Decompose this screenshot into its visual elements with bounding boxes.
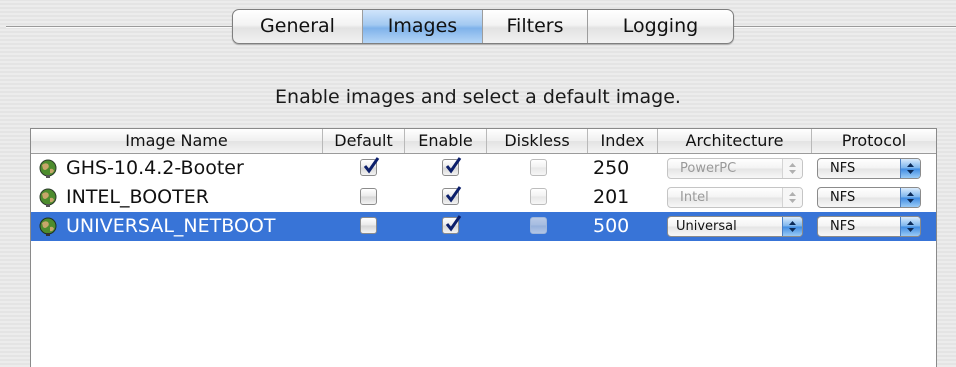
tab-general[interactable]: General — [233, 10, 363, 43]
default-checkbox[interactable] — [360, 157, 380, 176]
column-header-architecture[interactable]: Architecture — [658, 129, 812, 153]
architecture-popup[interactable]: Universal — [667, 216, 803, 237]
protocol-popup[interactable]: NFS — [817, 216, 921, 237]
column-header-default[interactable]: Default — [323, 129, 405, 153]
column-header-diskless[interactable]: Diskless — [487, 129, 588, 153]
column-header-image-name[interactable]: Image Name — [31, 129, 323, 153]
tab-logging[interactable]: Logging — [588, 10, 733, 43]
divider — [734, 27, 956, 28]
diskless-checkbox[interactable] — [530, 188, 547, 205]
protocol-popup[interactable]: NFS — [817, 158, 921, 179]
protocol-value: NFS — [830, 190, 856, 205]
checkmark-icon — [445, 157, 462, 174]
architecture-value: Universal — [676, 219, 737, 234]
default-checkbox[interactable] — [360, 188, 377, 205]
diskless-checkbox[interactable] — [530, 217, 547, 234]
table-row[interactable]: INTEL_BOOTER 201 Intel NFS — [31, 183, 936, 212]
column-header-protocol[interactable]: Protocol — [812, 129, 936, 153]
enable-checkbox[interactable] — [442, 215, 462, 234]
protocol-popup[interactable]: NFS — [817, 187, 921, 208]
default-checkbox[interactable] — [360, 217, 377, 234]
image-name: UNIVERSAL_NETBOOT — [66, 215, 276, 237]
up-down-arrows-icon — [782, 159, 802, 178]
table-row-selected[interactable]: UNIVERSAL_NETBOOT 500 Universal NFS — [31, 212, 936, 241]
protocol-value: NFS — [830, 219, 856, 234]
table-header: Image Name Default Enable Diskless Index… — [31, 129, 936, 154]
instructions-label: Enable images and select a default image… — [275, 86, 681, 108]
column-header-index[interactable]: Index — [588, 129, 658, 153]
architecture-popup[interactable]: Intel — [667, 187, 803, 208]
index-value: 250 — [593, 157, 630, 179]
images-table[interactable]: Image Name Default Enable Diskless Index… — [30, 128, 937, 367]
checkmark-icon — [445, 215, 462, 232]
architecture-popup[interactable]: PowerPC — [667, 158, 803, 179]
up-down-arrows-icon — [900, 159, 920, 178]
enable-checkbox[interactable] — [442, 157, 462, 176]
checkmark-icon — [445, 186, 462, 203]
divider — [6, 27, 236, 28]
enable-checkbox[interactable] — [442, 186, 462, 205]
up-down-arrows-icon — [782, 217, 802, 236]
up-down-arrows-icon — [900, 217, 920, 236]
tab-filters[interactable]: Filters — [483, 10, 588, 43]
tab-bar: General Images Filters Logging — [232, 9, 734, 44]
tab-images[interactable]: Images — [363, 10, 483, 43]
up-down-arrows-icon — [782, 188, 802, 207]
image-name: GHS-10.4.2-Booter — [66, 157, 244, 179]
architecture-value: PowerPC — [680, 161, 737, 176]
index-value: 201 — [593, 186, 630, 208]
protocol-value: NFS — [830, 161, 856, 176]
column-header-enable[interactable]: Enable — [405, 129, 487, 153]
table-row[interactable]: GHS-10.4.2-Booter 250 PowerPC NFS — [31, 154, 936, 183]
diskless-checkbox[interactable] — [530, 159, 547, 176]
image-name: INTEL_BOOTER — [66, 186, 209, 208]
checkmark-icon — [363, 157, 380, 174]
up-down-arrows-icon — [900, 188, 920, 207]
index-value: 500 — [593, 215, 630, 237]
architecture-value: Intel — [680, 190, 709, 205]
